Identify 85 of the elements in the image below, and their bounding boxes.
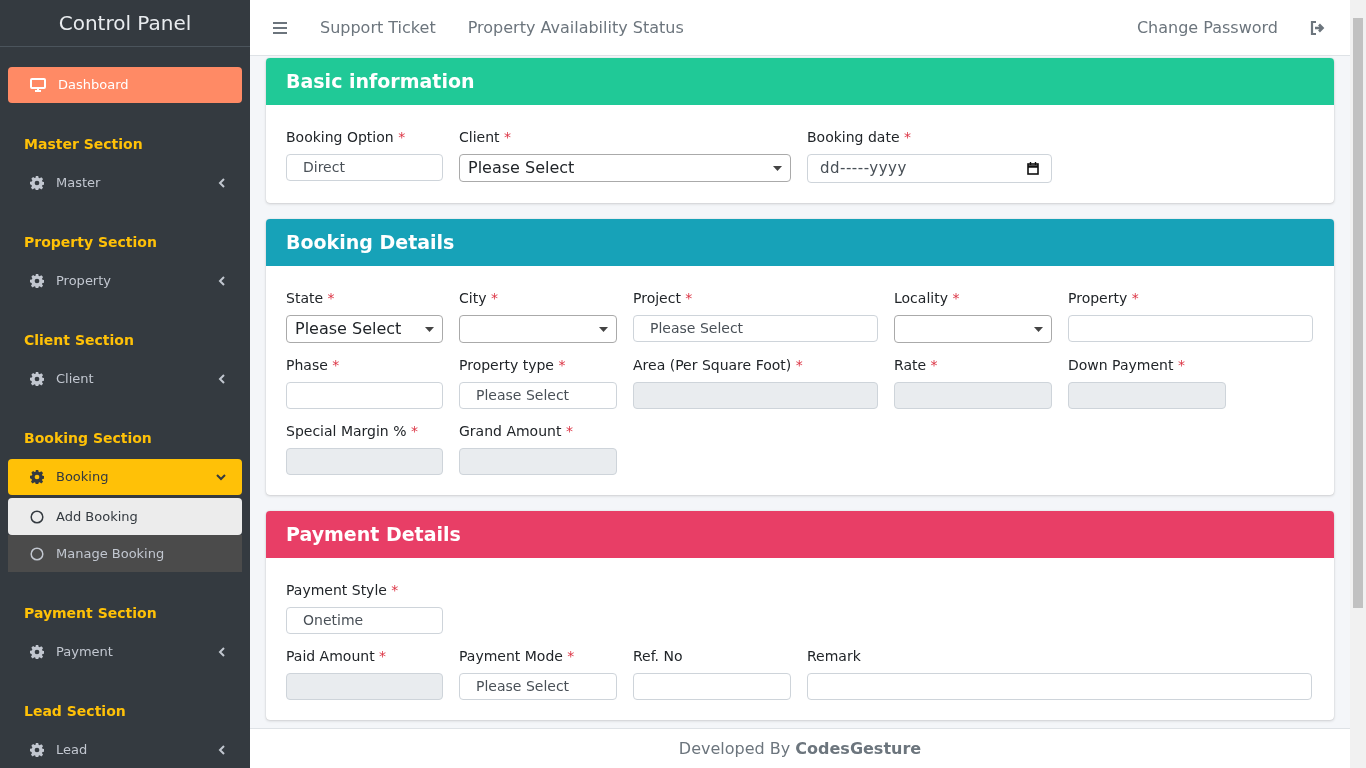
select-field[interactable] xyxy=(286,382,443,409)
dropdown-field[interactable] xyxy=(894,315,1052,343)
field-label: City * xyxy=(459,289,499,308)
submenu-item[interactable]: Add Booking xyxy=(8,498,242,535)
field-label: Payment Mode * xyxy=(459,647,576,666)
caret-icon xyxy=(425,326,434,332)
section-heading: Lead Section xyxy=(23,702,127,721)
field-label: Special Margin % * xyxy=(286,422,419,441)
card-title: Payment Details xyxy=(286,523,461,546)
nav-link[interactable]: Support Ticket xyxy=(320,15,436,40)
field-label: Booking date * xyxy=(807,128,912,147)
select-field[interactable]: Please Select xyxy=(633,315,878,342)
caret-icon xyxy=(773,165,782,171)
gear-icon xyxy=(30,470,44,484)
chevron-left-icon xyxy=(218,647,226,657)
date-field[interactable]: dd-----yyyy xyxy=(807,154,1052,183)
dropdown-field[interactable]: Please Select xyxy=(286,315,443,343)
card-title: Booking Details xyxy=(286,231,455,254)
field-label: State * xyxy=(286,289,336,308)
field-label: Booking Option * xyxy=(286,128,407,147)
input-field[interactable] xyxy=(807,673,1312,700)
gear-icon xyxy=(30,176,44,190)
sidebar-menu-item[interactable]: Property xyxy=(8,263,242,299)
sidebar-menu-item[interactable]: Master xyxy=(8,165,242,201)
card-title: Basic information xyxy=(286,70,475,93)
dropdown-field[interactable]: Please Select xyxy=(459,154,791,182)
caret-icon xyxy=(1034,326,1043,332)
select-field[interactable] xyxy=(1068,315,1313,342)
sidebar-menu-item[interactable]: Lead xyxy=(8,732,242,768)
section-heading: Payment Section xyxy=(23,604,158,623)
gear-icon xyxy=(30,743,44,757)
circle-icon xyxy=(30,546,44,561)
caret-icon xyxy=(599,326,608,332)
gear-icon xyxy=(30,645,44,659)
gear-icon xyxy=(30,274,44,288)
chevron-left-icon xyxy=(218,178,226,188)
field-label: Area (Per Square Foot) * xyxy=(633,356,804,375)
field-label: Property * xyxy=(1068,289,1140,308)
calendar-icon[interactable] xyxy=(1027,162,1039,175)
input-field[interactable] xyxy=(459,448,617,475)
input-field[interactable] xyxy=(633,382,878,409)
nav-link[interactable]: Change Password xyxy=(1136,15,1278,40)
field-label: Client * xyxy=(459,128,512,147)
select-field[interactable]: Please Select xyxy=(459,382,617,409)
field-label: Grand Amount * xyxy=(459,422,574,441)
sidebar-title: Control Panel xyxy=(58,10,192,37)
section-heading: Master Section xyxy=(23,135,144,154)
menu-icon[interactable] xyxy=(272,20,288,35)
field-label: Payment Style * xyxy=(286,581,400,600)
monitor-icon xyxy=(30,78,46,92)
gear-icon xyxy=(30,372,44,386)
field-label: Down Payment * xyxy=(1068,356,1186,375)
field-label: Phase * xyxy=(286,356,341,375)
field-label: Rate * xyxy=(894,356,939,375)
sidebar-menu-item[interactable]: Booking xyxy=(8,459,242,495)
sidebar-menu-item[interactable]: Payment xyxy=(8,634,242,670)
field-label: Project * xyxy=(633,289,694,308)
field-label: Paid Amount * xyxy=(286,647,388,666)
field-label: Ref. No xyxy=(633,647,684,666)
input-field[interactable] xyxy=(894,382,1052,409)
chevron-left-icon xyxy=(218,276,226,286)
section-heading: Client Section xyxy=(23,331,135,350)
input-field[interactable] xyxy=(286,448,443,475)
select-field[interactable]: Direct xyxy=(286,154,443,181)
field-label: Remark xyxy=(807,647,862,666)
chevron-left-icon xyxy=(218,374,226,384)
footer-text: Developed By CodesGesture xyxy=(678,737,922,760)
input-field[interactable] xyxy=(1068,382,1226,409)
field-label: Property type * xyxy=(459,356,567,375)
select-field[interactable]: Onetime xyxy=(286,607,443,634)
nav-link[interactable]: Property Availability Status xyxy=(467,15,684,40)
input-field[interactable] xyxy=(286,673,443,700)
chevron-left-icon xyxy=(218,745,226,755)
logout-icon[interactable] xyxy=(1310,20,1326,35)
chevron-down-icon xyxy=(216,473,226,481)
section-heading: Property Section xyxy=(23,233,158,252)
input-field[interactable] xyxy=(633,673,791,700)
section-heading: Booking Section xyxy=(23,429,153,448)
field-label: Locality * xyxy=(894,289,961,308)
sidebar-menu-item[interactable]: Client xyxy=(8,361,242,397)
scrollbar[interactable] xyxy=(1350,0,1366,768)
select-field[interactable]: Please Select xyxy=(459,673,617,700)
circle-icon xyxy=(30,509,44,524)
submenu-item[interactable]: Manage Booking xyxy=(8,535,242,572)
dropdown-field[interactable] xyxy=(459,315,617,343)
